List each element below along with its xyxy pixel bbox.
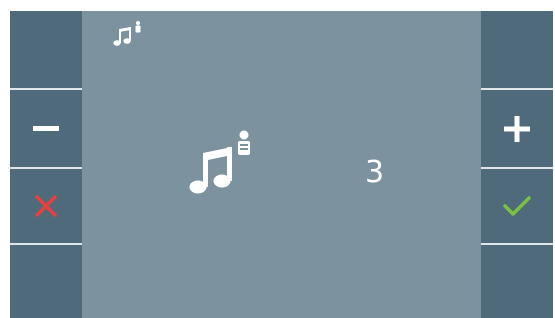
check-icon xyxy=(503,196,531,216)
minus-icon xyxy=(33,125,59,131)
confirm-button[interactable] xyxy=(481,169,553,243)
plus-icon xyxy=(504,115,530,142)
left-button-panel xyxy=(10,11,82,318)
divider xyxy=(10,243,82,245)
intercom-screen: 3 xyxy=(10,11,553,318)
ringtone-level-value: 3 xyxy=(365,155,385,190)
increase-button[interactable] xyxy=(481,90,553,167)
music-note-person-icon xyxy=(113,21,141,46)
divider xyxy=(481,243,553,245)
close-icon xyxy=(35,195,57,217)
right-button-panel xyxy=(481,11,553,318)
decrease-button[interactable] xyxy=(10,90,82,167)
music-note-person-icon xyxy=(189,130,250,194)
cancel-button[interactable] xyxy=(10,169,82,243)
